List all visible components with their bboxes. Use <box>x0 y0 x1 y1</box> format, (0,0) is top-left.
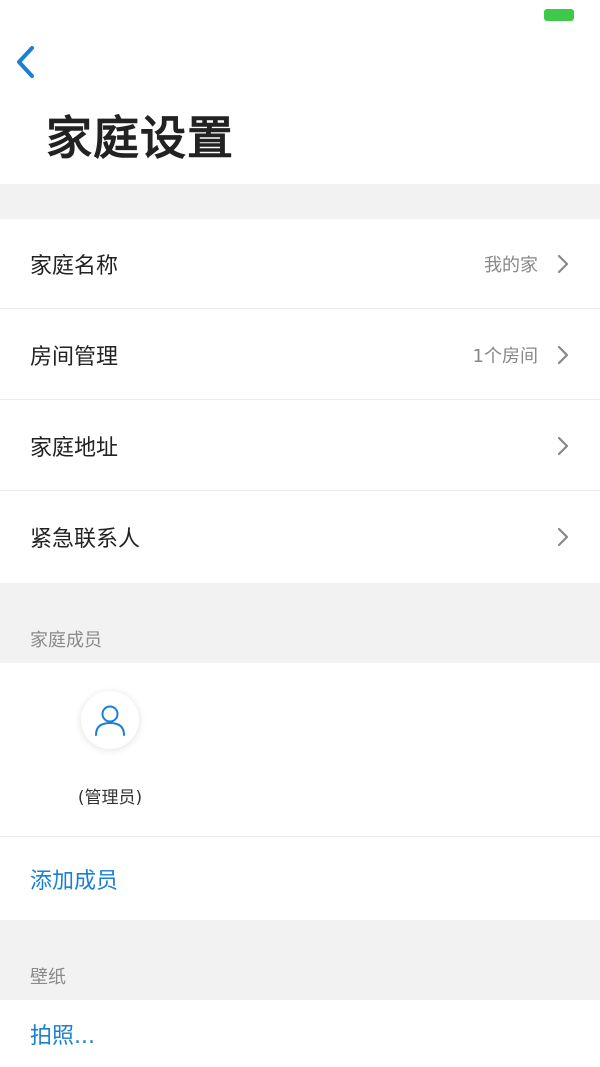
setting-row-family-name[interactable]: 家庭名称 我的家 <box>0 219 600 309</box>
chevron-right-icon <box>552 526 574 548</box>
members-section-label: 家庭成员 <box>30 630 102 651</box>
wallpaper-section-header <box>0 920 600 1000</box>
setting-row-emergency-contact[interactable]: 紧急联系人 <box>0 492 600 582</box>
setting-label: 家庭地址 <box>30 435 119 461</box>
back-button[interactable] <box>6 42 46 82</box>
setting-value: 我的家 <box>484 254 538 276</box>
setting-label: 房间管理 <box>30 344 119 370</box>
setting-value: 1个房间 <box>472 345 538 367</box>
chevron-right-icon <box>552 344 574 366</box>
add-member-button[interactable]: 添加成员 <box>0 837 600 920</box>
setting-label: 紧急联系人 <box>30 527 141 552</box>
nav-bar <box>0 30 600 90</box>
page-title: 家庭设置 <box>46 111 234 165</box>
setting-row-family-address[interactable]: 家庭地址 <box>0 401 600 491</box>
battery-icon <box>544 9 574 21</box>
chevron-right-icon <box>552 435 574 457</box>
take-photo-button[interactable]: 拍照... <box>0 1000 600 1067</box>
avatar <box>81 691 139 749</box>
chevron-right-icon <box>552 253 574 275</box>
chevron-left-icon <box>17 46 34 78</box>
setting-label: 家庭名称 <box>30 253 119 279</box>
member-item[interactable]: (管理员) <box>60 691 160 808</box>
setting-row-room-management[interactable]: 房间管理 1个房间 <box>0 310 600 400</box>
user-icon <box>95 705 125 736</box>
section-divider <box>0 184 600 219</box>
status-bar <box>0 0 600 30</box>
wallpaper-section-label: 壁纸 <box>30 967 66 988</box>
members-list: (管理员) <box>0 663 600 837</box>
member-name: (管理员) <box>77 788 143 808</box>
